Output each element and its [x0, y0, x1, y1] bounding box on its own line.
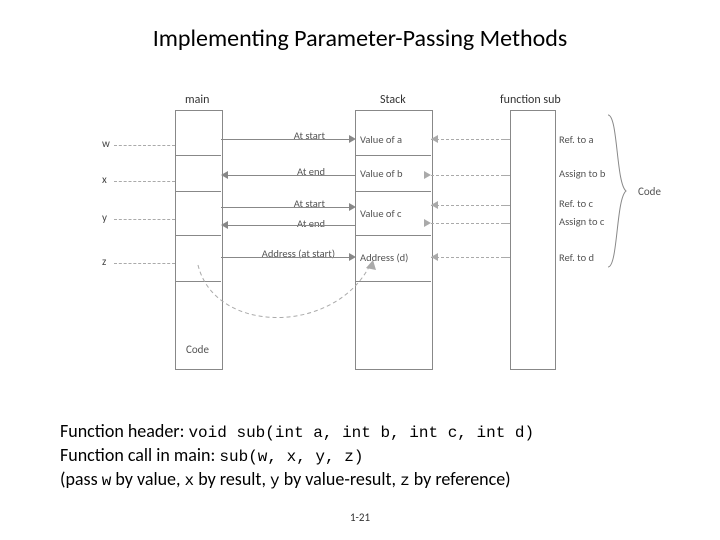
l3c: by value,: [111, 468, 184, 490]
darr-c2-headL: [424, 219, 431, 227]
div-stack-3: [355, 235, 431, 236]
stack-c: Value of c: [360, 207, 401, 220]
stack-a: Value of a: [360, 133, 402, 146]
l2b: sub(w, x, y, z): [219, 448, 363, 466]
l1b: void sub(int a, int b, int c, int d): [188, 424, 534, 442]
arr-y2-head: [221, 221, 228, 229]
l3f: y: [270, 472, 280, 490]
l3d: x: [185, 472, 195, 490]
l3h: z: [400, 472, 410, 490]
guide-w: [114, 145, 175, 146]
row-x-end: At end: [255, 165, 325, 178]
box-sub: [510, 110, 556, 370]
row-y-end: At end: [255, 217, 325, 230]
l3b: w: [102, 472, 112, 490]
slide: Implementing Parameter-Passing Methods m…: [0, 0, 720, 540]
var-y: y: [102, 211, 107, 224]
line2: Function call in main: sub(w, x, y, z): [60, 444, 534, 468]
col-label-stack: Stack: [380, 93, 406, 107]
darr-d: [431, 257, 504, 258]
arr-x-head: [221, 171, 228, 179]
brace-icon: [606, 113, 636, 273]
div-main-2: [175, 191, 221, 192]
arr-y1-head: [349, 203, 356, 211]
l3i: by reference): [410, 468, 511, 490]
l2a: Function call in main:: [60, 444, 219, 466]
var-z: z: [102, 255, 106, 268]
slide-title: Implementing Parameter-Passing Methods: [0, 24, 720, 53]
bottom-text: Function header: void sub(int a, int b, …: [60, 420, 534, 491]
diagram: main Stack function sub w x y z At start…: [90, 95, 640, 395]
var-w: w: [102, 137, 110, 150]
sub-c1: Ref. to c: [559, 197, 593, 210]
dj-d: [504, 257, 510, 258]
dj-c1: [504, 205, 510, 206]
dj-b: [504, 175, 510, 176]
div-main-3: [175, 235, 221, 236]
darr-a: [431, 139, 504, 140]
guide-y: [114, 219, 175, 220]
darr-b: [431, 175, 504, 176]
guide-x: [114, 181, 175, 182]
arr-y2: [228, 225, 355, 226]
stack-b: Value of b: [360, 167, 403, 180]
darr-b-headL: [424, 171, 431, 179]
div-stack-1: [355, 155, 431, 156]
z-curve: [175, 255, 435, 345]
sub-c2: Assign to c: [559, 215, 604, 228]
sub-a: Ref. to a: [559, 133, 594, 146]
darr-c1: [431, 205, 504, 206]
l1a: Function header:: [60, 420, 188, 442]
dj-c2: [504, 223, 510, 224]
code-main-label: Code: [186, 343, 209, 356]
l3e: by result,: [194, 468, 270, 490]
arr-w: [221, 139, 349, 140]
l3a: (pass: [60, 468, 102, 490]
arr-x: [228, 175, 355, 176]
arr-y1: [221, 207, 349, 208]
line1: Function header: void sub(int a, int b, …: [60, 420, 534, 444]
row-y-start: At start: [255, 197, 325, 210]
var-x: x: [102, 173, 107, 186]
darr-a-head: [431, 135, 438, 143]
row-w-start: At start: [255, 129, 325, 142]
l3g: by value-result,: [280, 468, 400, 490]
darr-c2: [431, 223, 504, 224]
dj-a: [504, 139, 510, 140]
sub-b: Assign to b: [559, 167, 605, 180]
sub-d: Ref. to d: [559, 251, 594, 264]
div-main-1: [175, 155, 221, 156]
col-label-main: main: [185, 93, 209, 107]
guide-z: [114, 263, 175, 264]
darr-c1-head: [431, 201, 438, 209]
page-number: 1-21: [0, 511, 720, 524]
code-brace-label: Code: [638, 185, 661, 198]
line3: (pass w by value, x by result, y by valu…: [60, 468, 534, 492]
arr-w-head: [349, 135, 356, 143]
col-label-sub: function sub: [500, 93, 561, 107]
div-stack-2: [355, 191, 431, 192]
